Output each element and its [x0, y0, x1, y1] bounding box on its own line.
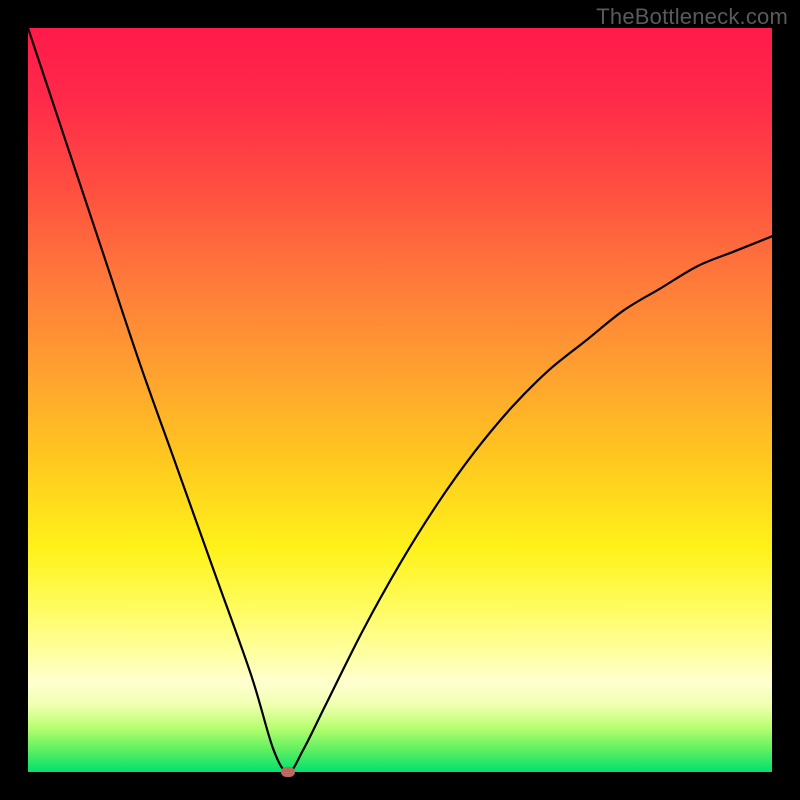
- chart-frame: TheBottleneck.com: [0, 0, 800, 800]
- watermark-text: TheBottleneck.com: [596, 4, 788, 30]
- optimal-marker: [281, 767, 295, 777]
- plot-area: [28, 28, 772, 772]
- bottleneck-curve: [28, 28, 772, 772]
